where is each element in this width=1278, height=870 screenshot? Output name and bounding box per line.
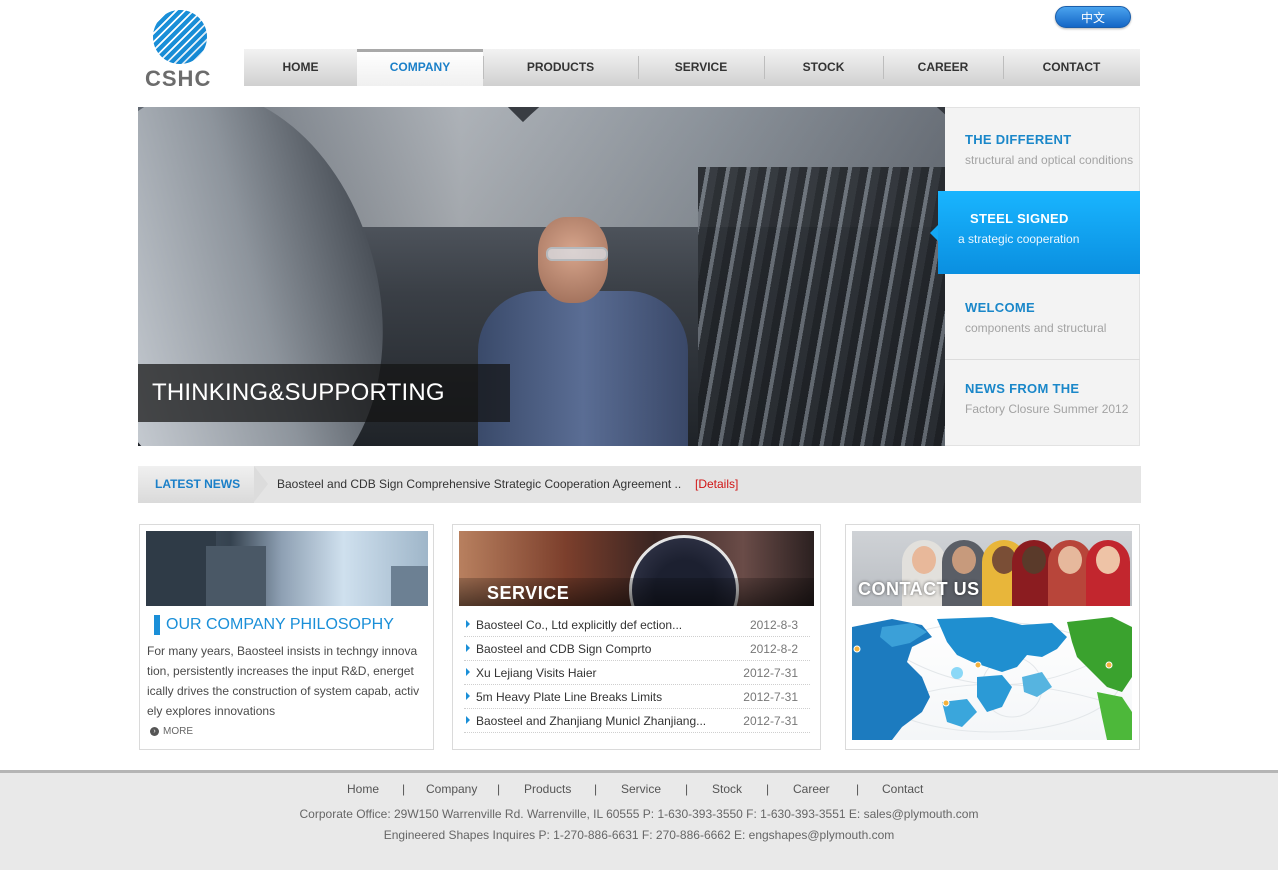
footer-link-contact[interactable]: Contact	[882, 782, 923, 796]
philosophy-box: OUR COMPANY PHILOSOPHY For many years, B…	[139, 524, 434, 750]
footer-separator: |	[856, 782, 860, 796]
footer-separator: |	[594, 782, 598, 796]
list-item[interactable]: Baosteel Co., Ltd explicitly def ection.…	[464, 613, 810, 637]
list-item[interactable]: Xu Lejiang Visits Haier 2012-7-31	[464, 661, 810, 685]
person-face	[1096, 546, 1120, 574]
list-item-title: 5m Heavy Plate Line Breaks Limits	[476, 690, 663, 704]
list-item-title: Baosteel and Zhanjiang Municl Zhanjiang.…	[476, 714, 707, 728]
nav-home[interactable]: HOME	[244, 49, 357, 86]
latest-news-bar: LATEST NEWS Baosteel and CDB Sign Compre…	[138, 466, 1141, 503]
philosophy-line: ically drives the construction of system…	[147, 684, 420, 698]
side-item-welcome[interactable]: WELCOME components and structural	[945, 276, 1140, 360]
nav-stock[interactable]: STOCK	[764, 49, 883, 86]
service-image[interactable]: SERVICE	[459, 531, 814, 606]
side-item-subtitle: components and structural	[965, 321, 1107, 335]
side-item-subtitle: Factory Closure Summer 2012	[965, 402, 1129, 416]
triangle-right-icon	[466, 620, 470, 628]
list-item-title: Baosteel and CDB Sign Comprto	[476, 642, 652, 656]
footer-separator: |	[685, 782, 689, 796]
details-link[interactable]: [Details]	[695, 466, 738, 503]
side-item-title: WELCOME	[965, 300, 1035, 315]
list-item-date: 2012-7-31	[743, 690, 798, 704]
list-item[interactable]: Baosteel and CDB Sign Comprto 2012-8-2	[464, 637, 810, 661]
footer-link-service[interactable]: Service	[621, 782, 661, 796]
side-item-subtitle: structural and optical conditions	[965, 153, 1134, 167]
banner-rails-shape	[698, 167, 945, 446]
nav-service[interactable]: SERVICE	[638, 49, 764, 86]
side-item-steel-signed[interactable]: STEEL SIGNED a strategic cooperation	[930, 191, 1140, 274]
world-map[interactable]	[852, 617, 1132, 740]
building-shape	[206, 546, 266, 606]
footer-corporate-office: Corporate Office: 29W150 Warrenville Rd.…	[299, 807, 979, 821]
service-title: SERVICE	[487, 583, 570, 603]
latest-news-label: LATEST NEWS	[138, 466, 268, 503]
more-label: MORE	[163, 726, 193, 737]
footer: Home | Company | Products | Service | St…	[0, 770, 1278, 870]
logo-mark	[153, 10, 207, 64]
person-figure	[1086, 540, 1130, 606]
person-face	[912, 546, 936, 574]
nav-company[interactable]: COMPANY	[357, 49, 483, 86]
side-item-different[interactable]: THE DIFFERENT structural and optical con…	[945, 108, 1140, 192]
side-item-title: STEEL SIGNED	[970, 211, 1069, 226]
service-box: SERVICE Baosteel Co., Ltd explicitly def…	[452, 524, 821, 750]
footer-link-stock[interactable]: Stock	[712, 782, 742, 796]
language-button[interactable]: 中文	[1055, 6, 1131, 28]
banner-side-menu: THE DIFFERENT structural and optical con…	[945, 107, 1140, 446]
philosophy-image	[146, 531, 428, 606]
side-item-title: NEWS FROM THE	[965, 381, 1080, 396]
world-map-graphic	[852, 617, 1132, 740]
list-item[interactable]: Baosteel and Zhanjiang Municl Zhanjiang.…	[464, 709, 810, 733]
nav-career[interactable]: CAREER	[883, 49, 1003, 86]
banner-caption: THINKING&SUPPORTING	[138, 364, 510, 422]
nav-products[interactable]: PRODUCTS	[483, 49, 638, 86]
list-item-date: 2012-7-31	[743, 714, 798, 728]
contact-box: CONTACT US	[845, 524, 1140, 750]
person-face	[1022, 546, 1046, 574]
contact-title: CONTACT US	[858, 579, 980, 599]
list-item-title: Baosteel Co., Ltd explicitly def ection.…	[476, 618, 683, 632]
list-item-date: 2012-8-3	[749, 618, 798, 632]
side-item-title: THE DIFFERENT	[965, 132, 1072, 147]
side-item-news[interactable]: NEWS FROM THE Factory Closure Summer 201…	[945, 360, 1140, 444]
footer-link-career[interactable]: Career	[793, 782, 830, 796]
logo-text: CSHC	[145, 66, 212, 91]
list-item-date: 2012-8-2	[749, 642, 798, 656]
footer-separator: |	[766, 782, 770, 796]
list-item[interactable]: 5m Heavy Plate Line Breaks Limits 2012-7-…	[464, 685, 810, 709]
logo[interactable]: CSHC	[143, 10, 219, 91]
philosophy-text: For many years, Baosteel insists in tech…	[147, 641, 427, 721]
footer-link-company[interactable]: Company	[426, 782, 477, 796]
philosophy-line: ely explores innovations	[147, 704, 276, 718]
triangle-right-icon	[466, 644, 470, 652]
footer-engineered-shapes: Engineered Shapes Inquires P: 1-270-886-…	[383, 828, 895, 842]
more-link[interactable]: › MORE	[150, 726, 193, 737]
philosophy-line: For many years, Baosteel insists in tech…	[147, 644, 418, 658]
arrow-circle-icon: ›	[150, 726, 159, 736]
nav-contact[interactable]: CONTACT	[1003, 49, 1140, 86]
philosophy-line: tion, persistently increases the input R…	[147, 664, 414, 678]
contact-image[interactable]: CONTACT US	[852, 531, 1132, 606]
latest-news-text[interactable]: Baosteel and CDB Sign Comprehensive Stra…	[277, 466, 681, 503]
triangle-right-icon	[466, 668, 470, 676]
person-face	[1058, 546, 1082, 574]
footer-separator: |	[497, 782, 501, 796]
hero-banner[interactable]: THINKING&SUPPORTING	[138, 107, 945, 446]
main-nav: HOME COMPANY PRODUCTS SERVICE STOCK CARE…	[244, 49, 1140, 86]
triangle-right-icon	[466, 692, 470, 700]
side-item-subtitle: a strategic cooperation	[958, 232, 1080, 246]
worker-glasses	[546, 247, 608, 261]
footer-nav: Home | Company | Products | Service | St…	[0, 782, 1278, 800]
footer-link-products[interactable]: Products	[524, 782, 571, 796]
list-item-date: 2012-7-31	[743, 666, 798, 680]
service-news-list: Baosteel Co., Ltd explicitly def ection.…	[464, 613, 810, 733]
footer-separator: |	[402, 782, 406, 796]
philosophy-title: OUR COMPANY PHILOSOPHY	[154, 615, 394, 635]
triangle-right-icon	[466, 716, 470, 724]
list-item-title: Xu Lejiang Visits Haier	[476, 666, 597, 680]
footer-link-home[interactable]: Home	[347, 782, 379, 796]
building-shape	[391, 566, 428, 606]
person-face	[952, 546, 976, 574]
